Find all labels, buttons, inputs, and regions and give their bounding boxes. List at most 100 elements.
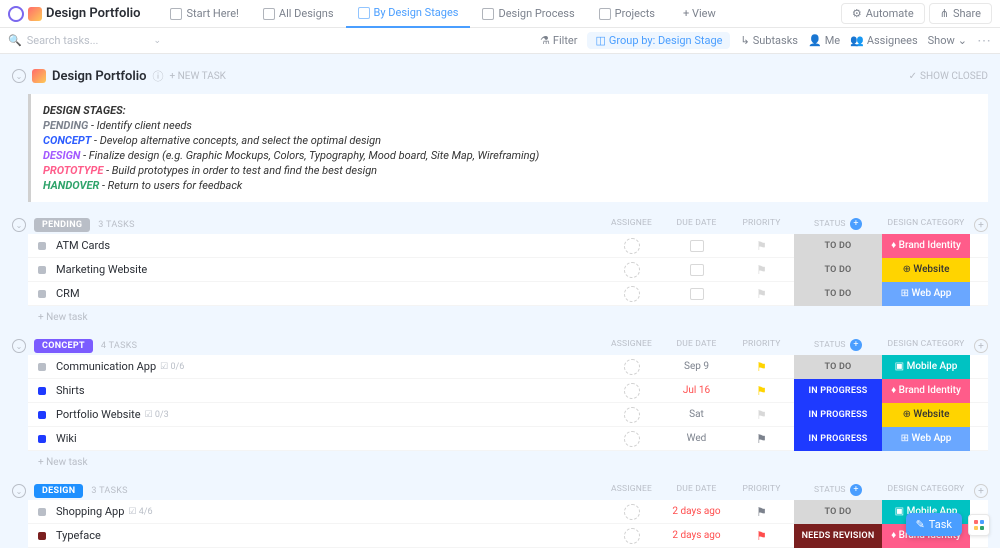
status-square-icon[interactable] [38,387,46,395]
group-by-button[interactable]: ◫ Group by: Design Stage [587,32,730,49]
status-square-icon[interactable] [38,290,46,298]
assignee-cell[interactable] [599,427,664,451]
assignee-cell[interactable] [599,282,664,306]
task-row[interactable]: ShirtsJul 16⚑IN PROGRESS♦ Brand Identity [28,379,988,403]
category-cell[interactable]: ⊕ Website [882,403,970,427]
status-cell[interactable]: NEEDS REVISION [794,524,882,548]
status-cell[interactable]: TO DO [794,234,882,258]
due-cell[interactable]: 2 days ago [664,524,729,548]
due-cell[interactable]: Sat [664,403,729,427]
status-cell[interactable]: TO DO [794,500,882,524]
category-cell[interactable]: ⊞ Web App [882,427,970,451]
category-cell[interactable]: ▣ Mobile App [882,355,970,379]
collapse-all-icon[interactable]: ⌄ [12,69,26,83]
priority-cell[interactable]: ⚑ [729,427,794,451]
tab-by-design-stages[interactable]: By Design Stages [346,0,471,28]
due-cell[interactable]: Sep 9 [664,355,729,379]
category-cell[interactable]: ⊞ Web App [882,282,970,306]
due-cell[interactable]: Wed [664,427,729,451]
more-icon[interactable]: ⋯ [977,33,992,49]
assignee-cell[interactable] [599,403,664,427]
new-task-button[interactable]: + New task [12,451,988,468]
plus-icon[interactable]: + [850,339,862,351]
status-square-icon[interactable] [38,363,46,371]
status-square-icon[interactable] [38,411,46,419]
info-icon[interactable]: ⓘ [152,68,163,84]
status-square-icon[interactable] [38,532,46,540]
due-cell[interactable] [664,282,729,306]
priority-cell[interactable]: ⚑ [729,379,794,403]
tab-design-process[interactable]: Design Process [470,0,586,28]
subtasks-button[interactable]: ↳ Subtasks [740,34,798,47]
status-pill[interactable]: CONCEPT [34,339,93,353]
task-row[interactable]: ATM Cards⚑TO DO♦ Brand Identity [28,234,988,258]
add-column-icon[interactable]: + [974,339,988,353]
tab-projects[interactable]: Projects [587,0,667,28]
collapse-icon[interactable]: ⌄ [12,339,26,353]
status-pill[interactable]: PENDING [34,218,90,232]
share-button[interactable]: ⋔ Share [929,3,992,24]
tab-start-here-[interactable]: Start Here! [158,0,250,28]
category-cell[interactable]: ⊕ Website [882,258,970,282]
search-input[interactable]: 🔍 Search tasks...⌄ [8,34,161,47]
assignee-cell[interactable] [599,258,664,282]
status-pill[interactable]: DESIGN [34,484,83,498]
priority-cell[interactable]: ⚑ [729,355,794,379]
due-cell[interactable]: 2 days ago [664,500,729,524]
task-row[interactable]: Shopping App☑ 4/62 days ago⚑TO DO▣ Mobil… [28,500,988,524]
priority-cell[interactable]: ⚑ [729,403,794,427]
assignee-cell[interactable] [599,355,664,379]
task-row[interactable]: Portfolio Website☑ 0/3Sat⚑IN PROGRESS⊕ W… [28,403,988,427]
status-cell[interactable]: IN PROGRESS [794,427,882,451]
status-cell[interactable]: TO DO [794,355,882,379]
automate-button[interactable]: ⚙ Automate [841,3,925,24]
status-cell[interactable]: IN PROGRESS [794,403,882,427]
due-cell[interactable]: Jul 16 [664,379,729,403]
assignee-cell[interactable] [599,234,664,258]
priority-cell[interactable]: ⚑ [729,524,794,548]
chevron-down-icon[interactable]: ⌄ [153,36,161,46]
add-column-icon[interactable]: + [974,484,988,498]
task-row[interactable]: Communication App☑ 0/6Sep 9⚑TO DO▣ Mobil… [28,355,988,379]
calendar-icon[interactable] [690,240,704,252]
task-row[interactable]: CRM⚑TO DO⊞ Web App [28,282,988,306]
priority-cell[interactable]: ⚑ [729,258,794,282]
status-cell[interactable]: TO DO [794,258,882,282]
status-square-icon[interactable] [38,508,46,516]
task-row[interactable]: Marketing Website⚑TO DO⊕ Website [28,258,988,282]
assignee-cell[interactable] [599,524,664,548]
add-view-button[interactable]: + View [671,0,728,28]
calendar-icon[interactable] [690,264,704,276]
due-cell[interactable] [664,258,729,282]
status-square-icon[interactable] [38,435,46,443]
filter-button[interactable]: ⚗ Filter [540,34,577,47]
calendar-icon[interactable] [690,288,704,300]
status-cell[interactable]: IN PROGRESS [794,379,882,403]
assignees-button[interactable]: 👥 Assignees [850,34,918,47]
new-task-button[interactable]: + New task [12,306,988,323]
plus-icon[interactable]: + [850,218,862,230]
category-cell[interactable]: ♦ Brand Identity [882,379,970,403]
new-task-fab[interactable]: ✎ Task [906,513,962,536]
category-cell[interactable]: ♦ Brand Identity [882,234,970,258]
priority-cell[interactable]: ⚑ [729,234,794,258]
collapse-icon[interactable]: ⌄ [12,218,26,232]
assignee-cell[interactable] [599,500,664,524]
status-square-icon[interactable] [38,242,46,250]
due-cell[interactable] [664,234,729,258]
plus-icon[interactable]: + [850,484,862,496]
assignee-cell[interactable] [599,379,664,403]
app-logo-icon[interactable] [8,6,24,22]
task-row[interactable]: WikiWed⚑IN PROGRESS⊞ Web App [28,427,988,451]
collapse-icon[interactable]: ⌄ [12,484,26,498]
new-task-button[interactable]: + NEW TASK [169,71,225,82]
add-column-icon[interactable]: + [974,218,988,232]
priority-cell[interactable]: ⚑ [729,282,794,306]
apps-fab[interactable] [968,514,990,536]
me-button[interactable]: 👤 Me [808,34,840,47]
status-square-icon[interactable] [38,266,46,274]
show-closed-button[interactable]: ✓ SHOW CLOSED [909,71,988,82]
show-button[interactable]: Show ⌄ [928,34,967,47]
task-row[interactable]: Typeface2 days ago⚑NEEDS REVISION♦ Brand… [28,524,988,548]
status-cell[interactable]: TO DO [794,282,882,306]
